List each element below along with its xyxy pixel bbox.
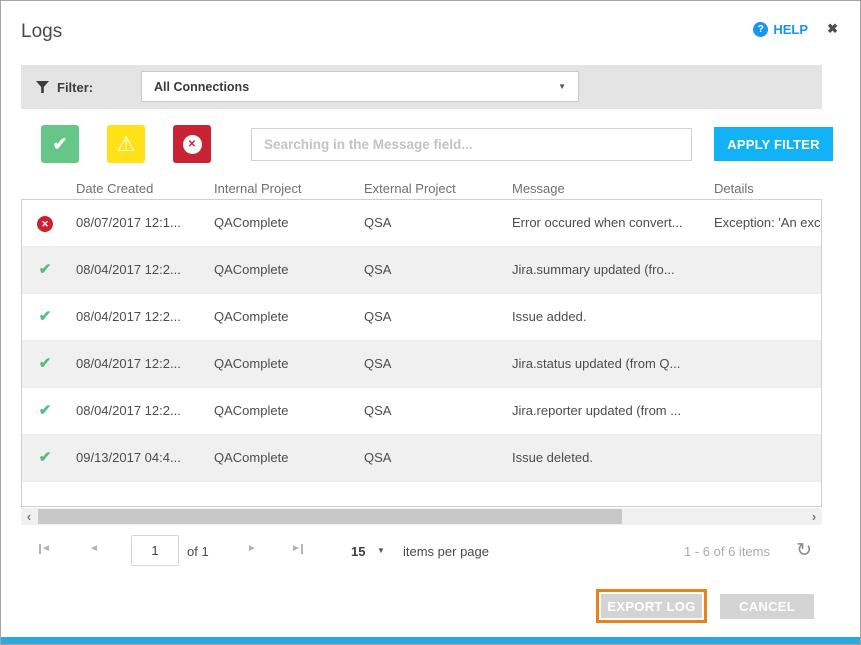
- last-page-button[interactable]: ►: [291, 543, 303, 554]
- cell-message: Jira.reporter updated (from ...: [512, 388, 708, 433]
- column-header-details[interactable]: Details: [714, 181, 754, 196]
- cell-status: ✔: [22, 388, 68, 433]
- cell-details: Exception: 'An excep: [714, 200, 821, 245]
- previous-page-button[interactable]: ◄: [89, 543, 99, 554]
- cell-date-created: 08/04/2017 12:2...: [76, 388, 208, 433]
- scrollbar-thumb[interactable]: [38, 509, 622, 524]
- apply-filter-button[interactable]: APPLY FILTER: [714, 127, 833, 161]
- column-header-internal-project[interactable]: Internal Project: [214, 181, 301, 196]
- items-range-label: 1 - 6 of 6 items: [684, 544, 770, 559]
- items-per-page-label: items per page: [403, 544, 489, 559]
- triangle-right-icon: ►: [247, 543, 257, 554]
- filter-label: Filter:: [57, 80, 93, 95]
- table-row[interactable]: ✔ 08/04/2017 12:2...QACompleteQSAJira.sta…: [22, 341, 821, 388]
- table-row[interactable]: ✔ 09/13/2017 04:4...QACompleteQSAIssue de…: [22, 435, 821, 482]
- page-number-input[interactable]: [131, 535, 179, 566]
- cell-message: Issue added.: [512, 294, 708, 339]
- horizontal-scrollbar: ‹ ›: [21, 508, 822, 525]
- export-log-button[interactable]: EXPORT LOG: [601, 594, 702, 618]
- pagination-bar: ◄ ◄ of 1 ► ► 15 ▼ items per page 1 - 6 o…: [21, 533, 822, 571]
- circle-x-icon: ✕: [183, 135, 202, 154]
- cell-date-created: 09/13/2017 04:4...: [76, 435, 208, 480]
- dialog-bottom-accent-bar: [1, 637, 860, 644]
- warning-icon: ⚠: [117, 134, 136, 155]
- cell-status: ✕: [22, 200, 68, 245]
- table-row[interactable]: ✔ 08/04/2017 12:2...QACompleteQSAJira.rep…: [22, 388, 821, 435]
- cell-internal-project: QAComplete: [214, 435, 356, 480]
- warning-filter-button[interactable]: ⚠: [107, 125, 145, 163]
- next-page-button[interactable]: ►: [247, 543, 257, 554]
- error-filter-button[interactable]: ✕: [173, 125, 211, 163]
- cell-date-created: 08/04/2017 12:2...: [76, 341, 208, 386]
- cell-date-created: 08/04/2017 12:2...: [76, 294, 208, 339]
- first-page-button[interactable]: ◄: [39, 543, 51, 554]
- error-status-icon: ✕: [37, 216, 53, 232]
- column-header-message[interactable]: Message: [512, 181, 565, 196]
- cell-external-project: QSA: [364, 294, 504, 339]
- cell-date-created: 08/07/2017 12:1...: [76, 200, 208, 245]
- connections-dropdown-value: All Connections: [154, 80, 249, 94]
- cell-message: Jira.summary updated (fro...: [512, 247, 708, 292]
- cell-status: ✔: [22, 341, 68, 386]
- cancel-button[interactable]: CANCEL: [720, 594, 814, 619]
- filter-bar: Filter: All Connections ▼: [21, 65, 822, 109]
- close-icon[interactable]: ✖: [827, 21, 838, 37]
- triangle-left-icon: ◄: [41, 543, 51, 554]
- scroll-right-icon[interactable]: ›: [806, 508, 822, 525]
- cell-internal-project: QAComplete: [214, 294, 356, 339]
- help-icon: ?: [753, 22, 768, 37]
- success-status-icon: ✔: [39, 261, 52, 278]
- table-row[interactable]: ✔ 08/04/2017 12:2...QACompleteQSAJira.sum…: [22, 247, 821, 294]
- success-status-icon: ✔: [39, 402, 52, 419]
- log-table-body: ✕08/07/2017 12:1...QACompleteQSAError oc…: [21, 199, 822, 507]
- triangle-left-icon: ◄: [89, 543, 99, 554]
- help-label: HELP: [773, 22, 808, 37]
- x-glyph: ✕: [188, 139, 196, 150]
- page-count-label: of 1: [187, 544, 209, 559]
- cell-status: ✔: [22, 435, 68, 480]
- cell-internal-project: QAComplete: [214, 200, 356, 245]
- check-icon: ✔: [52, 134, 67, 155]
- filter-funnel-icon: [36, 81, 49, 93]
- table-row[interactable]: ✔ 08/04/2017 12:2...QACompleteQSAIssue ad…: [22, 294, 821, 341]
- logs-dialog: Logs ? HELP ✖ Filter: All Connections ▼ …: [0, 0, 861, 645]
- cell-date-created: 08/04/2017 12:2...: [76, 247, 208, 292]
- bar-glyph: [301, 544, 303, 554]
- cell-status: ✔: [22, 294, 68, 339]
- table-header: Date Created Internal Project External P…: [22, 181, 821, 197]
- scroll-left-icon[interactable]: ‹: [21, 508, 37, 525]
- help-link[interactable]: ? HELP: [753, 22, 808, 37]
- export-log-highlight: EXPORT LOG: [596, 589, 707, 623]
- cell-external-project: QSA: [364, 341, 504, 386]
- refresh-icon[interactable]: ↻: [796, 539, 812, 562]
- success-filter-button[interactable]: ✔: [41, 125, 79, 163]
- triangle-right-icon: ►: [291, 543, 301, 554]
- success-status-icon: ✔: [39, 308, 52, 325]
- page-size-dropdown[interactable]: 15: [351, 544, 365, 559]
- table-row[interactable]: ✕ 08/07/2017 12:1...QACompleteQSAError oc…: [22, 200, 821, 247]
- cell-external-project: QSA: [364, 200, 504, 245]
- cell-internal-project: QAComplete: [214, 341, 356, 386]
- chevron-down-icon: ▼: [377, 546, 385, 555]
- cell-external-project: QSA: [364, 388, 504, 433]
- column-header-external-project[interactable]: External Project: [364, 181, 456, 196]
- cell-internal-project: QAComplete: [214, 388, 356, 433]
- connections-dropdown[interactable]: All Connections ▼: [141, 71, 579, 102]
- chevron-down-icon: ▼: [558, 82, 566, 91]
- cell-external-project: QSA: [364, 247, 504, 292]
- cell-message: Jira.status updated (from Q...: [512, 341, 708, 386]
- success-status-icon: ✔: [39, 355, 52, 372]
- success-status-icon: ✔: [39, 449, 52, 466]
- cell-message: Error occured when convert...: [512, 200, 708, 245]
- cell-status: ✔: [22, 247, 68, 292]
- cell-internal-project: QAComplete: [214, 247, 356, 292]
- cell-external-project: QSA: [364, 435, 504, 480]
- cell-message: Issue deleted.: [512, 435, 708, 480]
- page-title: Logs: [21, 21, 62, 43]
- column-header-date-created[interactable]: Date Created: [76, 181, 153, 196]
- search-input[interactable]: [251, 128, 692, 161]
